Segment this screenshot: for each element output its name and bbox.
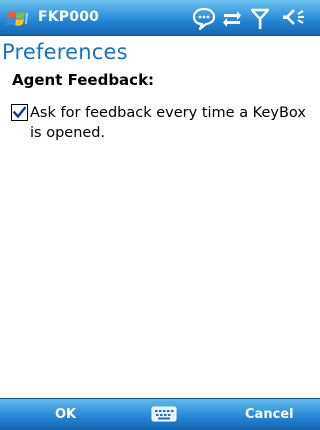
connectivity-arrows-icon — [223, 11, 241, 27]
start-button[interactable] — [4, 4, 34, 32]
ok-softkey[interactable]: OK — [55, 406, 76, 424]
feedback-option-label: Ask for feedback every time a KeyBox is … — [30, 105, 306, 141]
signal-tray-button[interactable] — [250, 5, 270, 31]
keyboard-icon — [151, 406, 177, 422]
volume-tray-button[interactable] — [281, 5, 307, 31]
windows-flag-icon — [6, 11, 28, 26]
page-title: Preferences — [2, 40, 128, 64]
message-tray-button[interactable] — [191, 5, 217, 31]
signal-antenna-icon — [250, 8, 270, 29]
speaker-volume-icon — [283, 9, 304, 25]
section-label: Agent Feedback: — [12, 71, 155, 89]
connectivity-tray-button[interactable] — [222, 5, 242, 31]
menu-bar: OK Cancel — [0, 398, 320, 430]
cancel-softkey[interactable]: Cancel — [245, 406, 294, 424]
checkmark-icon — [13, 106, 26, 119]
message-bubble-icon — [192, 7, 216, 31]
pocketpc-screen: FKP000 Preferences Agent Feedback: Ask f… — [0, 0, 320, 430]
input-panel-button[interactable] — [151, 405, 177, 423]
app-title: FKP000 — [38, 9, 100, 25]
feedback-checkbox[interactable] — [11, 104, 28, 121]
title-bar: FKP000 — [0, 0, 320, 36]
